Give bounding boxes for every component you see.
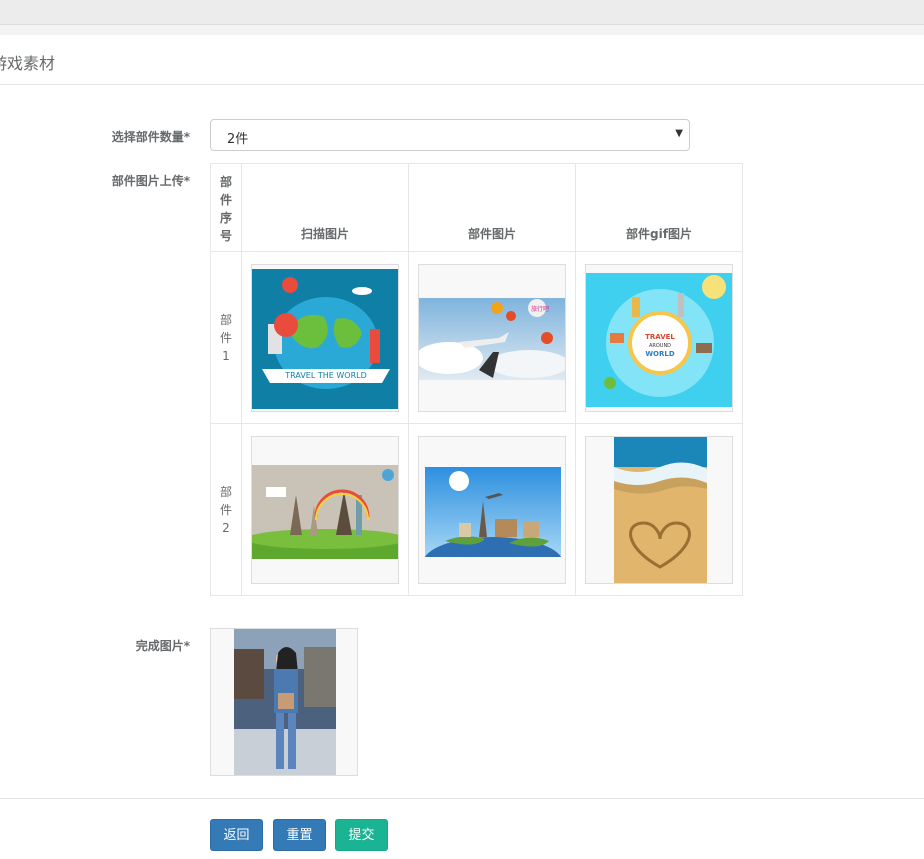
world-landmarks-image [425,466,561,557]
count-select-value: 2件 [227,132,249,147]
row-label: 部 件 2 [210,423,242,596]
part-image-cell: 旅行吧 [408,251,576,424]
scan-image-cell [241,423,409,596]
row-label-char: 件 [219,502,232,517]
scan-image-upload[interactable]: TRAVEL THE WORLD [251,263,399,412]
parts-table: 部 件 序 号 扫描图片 部件图片 部件gif图片 部 件 1 TRAVEL T… [210,163,743,596]
count-label: 选择部件数量* [111,130,190,144]
row-label-char: 部 [219,312,232,327]
scan-image-cell: TRAVEL THE WORLD [241,251,409,424]
gif-image-cell: TRAVEL AROUND WORLD [575,251,743,424]
image-caption: 旅行吧 [531,305,549,313]
page-title: 游戏素材 [0,54,56,73]
header-gif-image: 部件gif图片 [575,163,743,252]
scan-image-upload[interactable] [251,435,399,584]
part-image-cell [408,423,576,596]
part-image-upload[interactable]: 旅行吧 [418,263,566,412]
reset-button[interactable]: 重置 [273,819,326,851]
form-divider [0,798,924,799]
travel-world-image: TRAVEL THE WORLD [252,268,398,409]
top-gap [0,25,924,35]
row-label: 部 件 1 [210,251,242,424]
upload-label: 部件图片上传* [111,174,190,188]
travel-globe-image: TRAVEL AROUND WORLD [586,272,732,407]
back-button[interactable]: 返回 [210,819,263,851]
header-index-char: 部 [219,175,232,189]
hot-air-balloons-image: 旅行吧 [419,297,565,380]
part-image-upload[interactable] [418,435,566,584]
image-caption: WORLD [645,350,675,358]
table-row: 部 件 1 TRAVEL THE WORLD 旅行吧 TRAVEL AROUND… [210,251,743,424]
gif-image-upload[interactable] [585,435,733,584]
count-select[interactable]: 2件 ▼ [210,119,690,151]
table-header-row: 部 件 序 号 扫描图片 部件图片 部件gif图片 [210,163,743,252]
row-label-char: 件 [219,330,232,345]
gif-image-cell [575,423,743,596]
row-label-char: 1 [222,348,230,363]
image-caption: AROUND [649,343,671,349]
finish-image-upload[interactable] [210,628,358,776]
top-bar [0,0,924,25]
image-caption: TRAVEL [645,333,675,341]
header-index: 部 件 序 号 [210,163,242,252]
header-scan-image: 扫描图片 [241,163,409,252]
finish-image [234,629,336,775]
header-index-char: 序 [219,211,232,225]
header-index-char: 件 [219,193,232,207]
beach-heart-image [614,436,707,583]
submit-button[interactable]: 提交 [335,819,388,851]
table-row: 部 件 2 [210,423,743,596]
header-index-char: 号 [219,229,232,243]
image-caption: TRAVEL THE WORLD [284,371,367,380]
landmarks-image [252,464,398,559]
finish-label: 完成图片* [135,639,190,653]
header-part-image: 部件图片 [408,163,576,252]
row-label-char: 2 [222,520,230,535]
gif-image-upload[interactable]: TRAVEL AROUND WORLD [585,263,733,412]
title-bar: 游戏素材 [0,36,924,85]
chevron-down-icon: ▼ [675,128,683,139]
row-label-char: 部 [219,484,232,499]
